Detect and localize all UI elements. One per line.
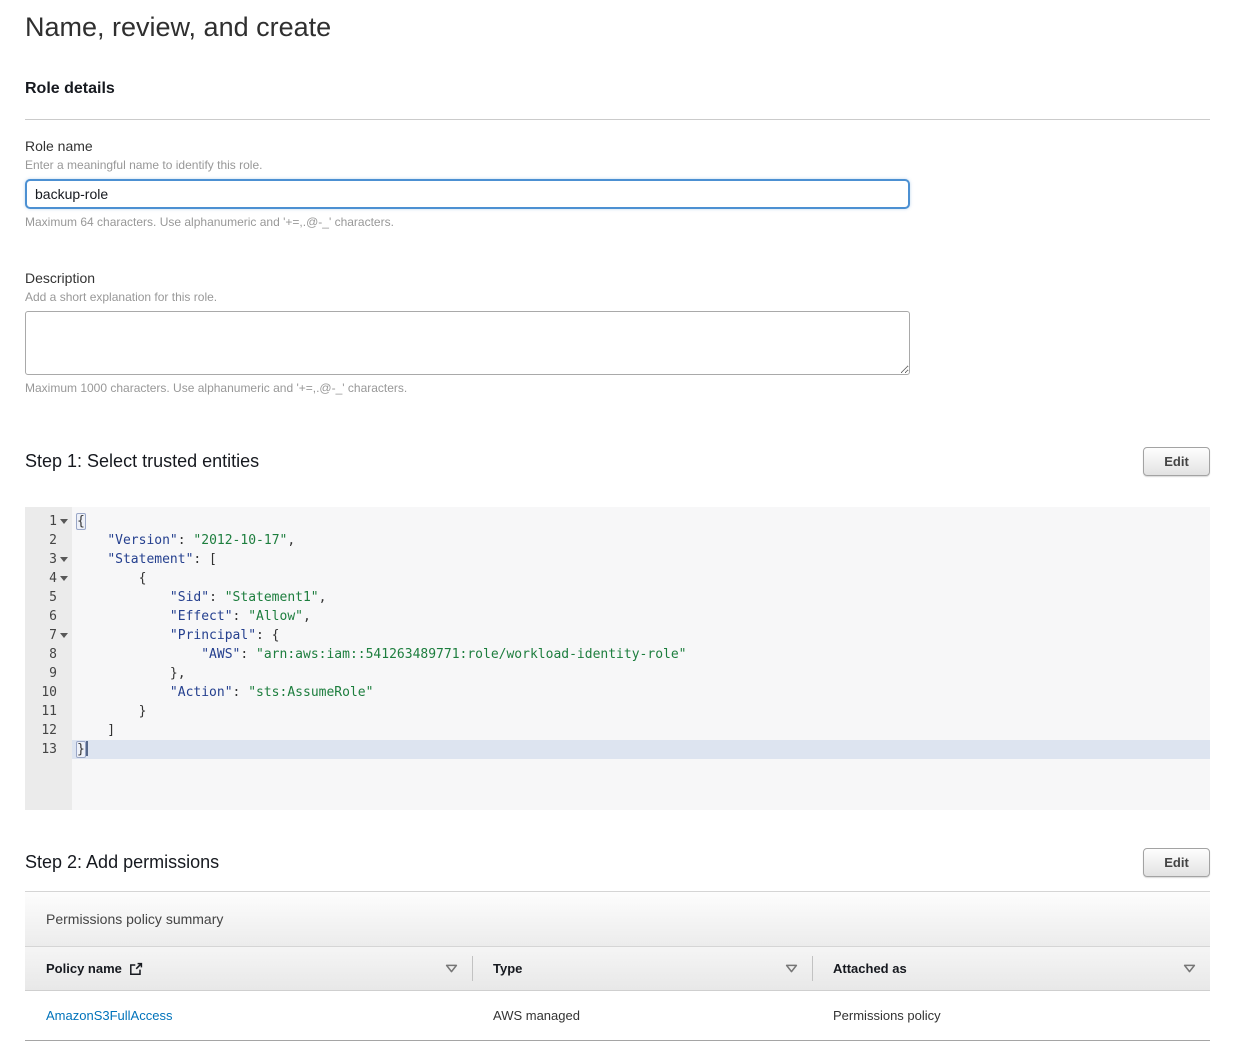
code-line[interactable]: 12 ] bbox=[25, 721, 1210, 740]
description-textarea[interactable] bbox=[25, 311, 910, 375]
table-row: AmazonS3FullAccess AWS managedPermissions… bbox=[25, 991, 1210, 1041]
line-number: 9 bbox=[25, 664, 72, 683]
line-number: 1 bbox=[25, 512, 72, 531]
line-number: 2 bbox=[25, 531, 72, 550]
line-number: 11 bbox=[25, 702, 72, 721]
code-line[interactable]: 13} bbox=[25, 740, 1210, 759]
code-line[interactable]: 9 }, bbox=[25, 664, 1210, 683]
line-number: 7 bbox=[25, 626, 72, 645]
page-container: Name, review, and create Role details Ro… bbox=[0, 12, 1242, 1041]
code-line[interactable]: 11 } bbox=[25, 702, 1210, 721]
policy-name-link[interactable]: AmazonS3FullAccess bbox=[46, 1008, 172, 1023]
step1-header-row: Step 1: Select trusted entities Edit bbox=[25, 447, 1210, 476]
permissions-summary-header: Permissions policy summary bbox=[25, 892, 1210, 947]
code-line[interactable]: 3 "Statement": [ bbox=[25, 550, 1210, 569]
line-number: 5 bbox=[25, 588, 72, 607]
fold-arrow-icon[interactable] bbox=[60, 633, 68, 638]
code-editor[interactable]: 1{2 "Version": "2012-10-17",3 "Statement… bbox=[25, 507, 1210, 810]
code-line[interactable]: 10 "Action": "sts:AssumeRole" bbox=[25, 683, 1210, 702]
sort-icon[interactable] bbox=[1183, 964, 1196, 973]
line-number: 12 bbox=[25, 721, 72, 740]
code-line[interactable]: 8 "AWS": "arn:aws:iam::541263489771:role… bbox=[25, 645, 1210, 664]
sort-icon[interactable] bbox=[445, 964, 458, 973]
code-line[interactable]: 4 { bbox=[25, 569, 1210, 588]
step2-heading: Step 2: Add permissions bbox=[25, 852, 219, 873]
code-line[interactable]: 5 "Sid": "Statement1", bbox=[25, 588, 1210, 607]
description-label: Description bbox=[25, 270, 1210, 286]
code-line[interactable]: 1{ bbox=[25, 512, 1210, 531]
line-number: 8 bbox=[25, 645, 72, 664]
page-title: Name, review, and create bbox=[25, 12, 1210, 43]
line-number: 3 bbox=[25, 550, 72, 569]
line-number: 13 bbox=[25, 740, 72, 759]
cell-policy-name: AmazonS3FullAccess bbox=[25, 1008, 472, 1023]
step1-heading: Step 1: Select trusted entities bbox=[25, 451, 259, 472]
step2-edit-button[interactable]: Edit bbox=[1143, 848, 1210, 877]
step2-header-row: Step 2: Add permissions Edit bbox=[25, 848, 1210, 877]
role-name-help: Enter a meaningful name to identify this… bbox=[25, 158, 1210, 172]
fold-arrow-icon[interactable] bbox=[60, 576, 68, 581]
code-lines: 1{2 "Version": "2012-10-17",3 "Statement… bbox=[25, 507, 1210, 759]
column-header-policy-name[interactable]: Policy name bbox=[25, 947, 472, 990]
line-number: 6 bbox=[25, 607, 72, 626]
role-name-label: Role name bbox=[25, 138, 1210, 154]
sort-icon[interactable] bbox=[785, 964, 798, 973]
description-help: Add a short explanation for this role. bbox=[25, 290, 1210, 304]
policy-table-header: Policy nameTypeAttached as bbox=[25, 947, 1210, 991]
column-header-attached-as[interactable]: Attached as bbox=[812, 947, 1210, 990]
external-link-icon bbox=[129, 962, 143, 976]
line-number: 4 bbox=[25, 569, 72, 588]
role-name-hint: Maximum 64 characters. Use alphanumeric … bbox=[25, 215, 1210, 229]
code-line[interactable]: 2 "Version": "2012-10-17", bbox=[25, 531, 1210, 550]
step1-edit-button[interactable]: Edit bbox=[1143, 447, 1210, 476]
description-field: Description Add a short explanation for … bbox=[25, 270, 1210, 395]
cell-type: AWS managed bbox=[472, 1008, 812, 1023]
code-line[interactable]: 6 "Effect": "Allow", bbox=[25, 607, 1210, 626]
fold-arrow-icon[interactable] bbox=[60, 557, 68, 562]
role-name-field: Role name Enter a meaningful name to ide… bbox=[25, 138, 1210, 229]
section-divider bbox=[25, 119, 1210, 120]
fold-arrow-icon[interactable] bbox=[60, 519, 68, 524]
permissions-summary-title: Permissions policy summary bbox=[46, 911, 223, 927]
permissions-panel: Permissions policy summary Policy nameTy… bbox=[25, 891, 1210, 1041]
role-name-input[interactable] bbox=[25, 179, 910, 209]
policy-table-body: AmazonS3FullAccess AWS managedPermissions… bbox=[25, 991, 1210, 1041]
line-number: 10 bbox=[25, 683, 72, 702]
cell-attached-as: Permissions policy bbox=[812, 1008, 1210, 1023]
description-hint: Maximum 1000 characters. Use alphanumeri… bbox=[25, 381, 1210, 395]
code-line[interactable]: 7 "Principal": { bbox=[25, 626, 1210, 645]
column-header-type[interactable]: Type bbox=[472, 947, 812, 990]
role-details-heading: Role details bbox=[25, 80, 1210, 98]
